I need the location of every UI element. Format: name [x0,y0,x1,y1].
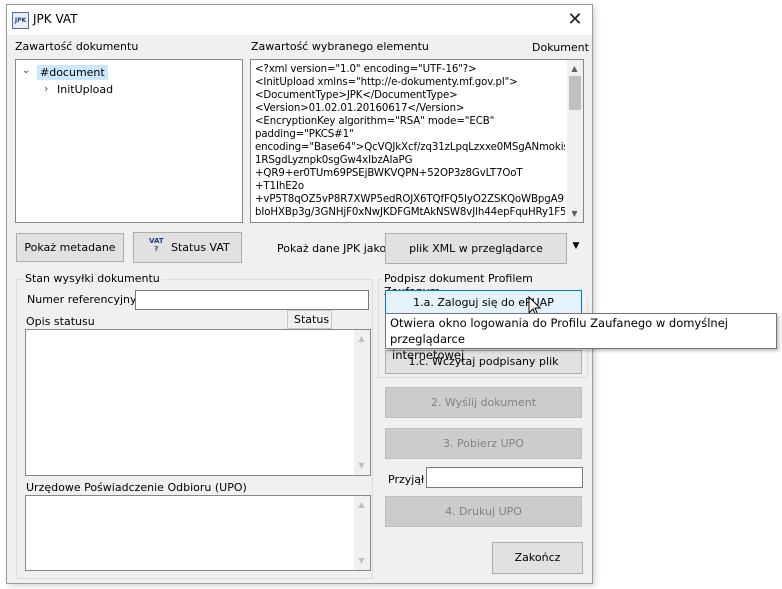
close-icon[interactable]: ✕ [560,7,590,33]
jpk-vat-window: JPK JPK VAT ✕ Zawartość dokumentu ⌄ #doc… [6,4,593,584]
xml-line: encoding="Base64">QcVQJkXcf/zq31zLpqLzxx… [255,142,565,153]
xml-line: <Version>01.02.01.20160617</Version> [255,103,465,114]
status-vat-label: Status VAT [171,241,230,254]
app-icon: JPK [12,12,29,29]
send-document-button[interactable]: 2. Wyślij dokument [385,387,582,418]
dropdown-arrow-icon[interactable]: ▼ [569,241,583,251]
status-description-box[interactable]: ▲ ▼ [25,329,371,476]
download-upo-button[interactable]: 3. Pobierz UPO [385,428,582,459]
print-upo-button[interactable]: 4. Drukuj UPO [385,496,582,527]
document-tab-label[interactable]: Dokument [532,41,589,54]
vat-query-icon: VAT ? [149,237,164,253]
show-jpk-format-button[interactable]: plik XML w przeglądarce [385,233,567,264]
upo-label: Urzędowe Poświadczenie Odbioru (UPO) [26,481,247,494]
ref-number-label: Numer referencyjny [27,293,137,306]
xml-line: +vP5T8qOZ5vP8R7XWP5edROJX6TQfFQ5IyO2ZSKQ… [255,194,564,205]
tooltip-line-2: internetowej [392,348,465,362]
window-title: JPK VAT [33,12,78,26]
document-content-label: Zawartość dokumentu [15,40,139,53]
finish-button[interactable]: Zakończ [492,542,583,574]
xml-line: <EncryptionKey algorithm="RSA" mode="ECB… [255,116,495,127]
send-status-group-title: Stan wysyłki dokumentu [23,272,162,285]
xml-line: +QR9+er0TUm69PSEjBWKVQPN+52OP3z8GvLT7OoT [255,168,523,179]
title-bar[interactable]: JPK JPK VAT ✕ [7,5,592,35]
tooltip-line-1: Otwiera okno logowania do Profilu Zaufan… [390,316,728,346]
scroll-up-icon[interactable]: ▲ [354,500,369,509]
xml-line: +T1IhE2o [255,181,305,192]
xml-line: <?xml version="1.0" encoding="UTF-16"?> [255,64,477,75]
scroll-thumb[interactable] [569,76,581,110]
upo-scrollbar[interactable]: ▲ ▼ [354,496,370,570]
received-input[interactable] [426,467,583,488]
scroll-up-icon[interactable]: ▲ [567,64,582,73]
document-tree[interactable]: ⌄ #document › InitUpload [15,59,243,223]
scroll-up-icon[interactable]: ▲ [354,334,369,343]
upo-box[interactable]: ▲ ▼ [25,495,371,571]
status-column-header[interactable]: Status [287,310,332,329]
xml-line: padding="PKCS#1" [255,129,354,140]
status-scrollbar[interactable]: ▲ ▼ [354,330,370,475]
tree-item-document[interactable]: #document [37,65,108,80]
status-description-label: Opis statusu [26,315,95,328]
xml-content-box[interactable]: <?xml version="1.0" encoding="UTF-16"?> … [250,59,584,223]
received-label: Przyjął [388,473,425,486]
selected-element-label: Zawartość wybranego elementu [251,40,429,53]
xml-line: <DocumentType>JPK</DocumentType> [255,90,458,101]
xml-line: bIoHXBp3g/3GNHjF0xNwJKDFGMtAkNSW8vJlh44e… [255,207,565,218]
xml-line: 1RSgdLyznpk0sgGw4xIbzAIaPG [255,155,413,166]
status-vat-button[interactable]: VAT ? Status VAT [133,232,242,263]
xml-scrollbar[interactable]: ▲ ▼ [567,60,583,222]
scroll-down-icon[interactable]: ▼ [567,209,582,218]
show-metadata-button[interactable]: Pokaż metadane [16,233,124,262]
chevron-down-icon[interactable]: ⌄ [22,65,30,76]
xml-line: <InitUpload xmlns="http://e-dokumenty.mf… [255,77,518,88]
show-jpk-label: Pokaż dane JPK jako: [277,242,390,255]
scroll-down-icon[interactable]: ▼ [354,556,369,565]
xml-text: <?xml version="1.0" encoding="UTF-16"?> … [255,63,565,219]
scroll-down-icon[interactable]: ▼ [354,461,369,470]
login-epuap-tooltip: Otwiera okno logowania do Profilu Zaufan… [385,313,777,362]
chevron-right-icon[interactable]: › [44,82,48,95]
tree-item-initupload[interactable]: InitUpload [57,82,113,97]
ref-number-input[interactable] [135,290,369,310]
